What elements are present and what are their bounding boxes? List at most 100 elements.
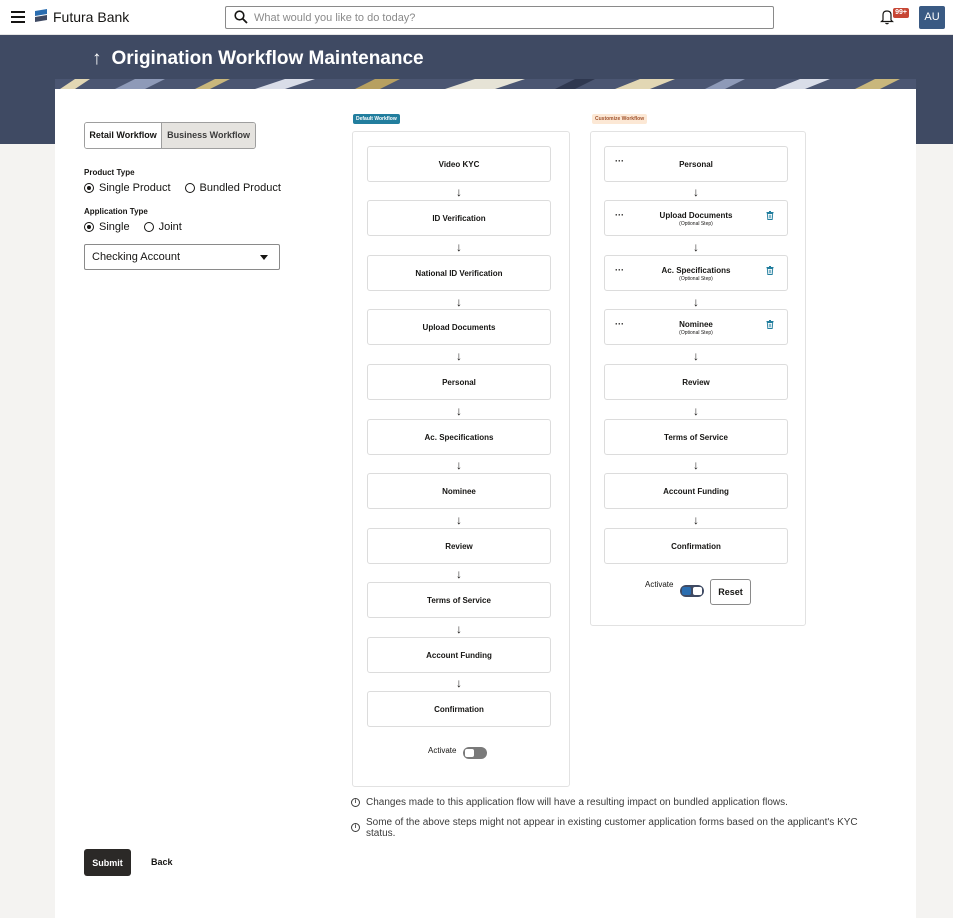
default-step: Account Funding	[367, 637, 551, 673]
drag-handle-icon[interactable]: ···	[615, 265, 624, 275]
optional-step-note: (Optional Step)	[679, 221, 713, 227]
arrow-down-icon: ↓	[693, 295, 699, 309]
back-arrow-icon[interactable]: ↑	[92, 48, 102, 70]
search-input[interactable]	[254, 9, 754, 26]
customize-workflow-tag: Customize Workflow	[592, 114, 648, 124]
radio-selected-icon	[84, 222, 94, 232]
default-step: Terms of Service	[367, 582, 551, 618]
radio-selected-icon	[84, 183, 94, 193]
trash-icon[interactable]	[766, 320, 774, 329]
step-label: Ac. Specifications (Optional Step)	[605, 256, 787, 282]
arrow-down-icon: ↓	[456, 185, 462, 199]
default-step: Nominee	[367, 473, 551, 509]
drag-handle-icon[interactable]: ···	[615, 210, 624, 220]
arrow-down-icon: ↓	[456, 513, 462, 527]
default-step: Ac. Specifications	[367, 419, 551, 455]
arrow-down-icon: ↓	[456, 622, 462, 636]
step-label: Confirmation	[434, 705, 484, 714]
radio-label: Single	[99, 221, 130, 233]
step-label: Review	[682, 378, 710, 387]
page-title: Origination Workflow Maintenance	[111, 48, 424, 69]
step-label: Nominee (Optional Step)	[605, 310, 787, 336]
application-type-radio-group: Single Joint	[84, 221, 196, 233]
caret-down-icon	[260, 255, 268, 260]
arrow-down-icon: ↓	[456, 676, 462, 690]
custom-step[interactable]: ··· Ac. Specifications (Optional Step)	[604, 255, 788, 291]
account-type-value: Checking Account	[92, 251, 181, 263]
search-bar[interactable]	[225, 6, 774, 29]
step-label: National ID Verification	[415, 269, 503, 278]
step-label: Video KYC	[438, 160, 480, 169]
step-label: Confirmation	[671, 542, 721, 551]
arrow-down-icon: ↓	[456, 404, 462, 418]
step-label: Nominee	[442, 487, 476, 496]
default-step: National ID Verification	[367, 255, 551, 291]
submit-button[interactable]: Submit	[84, 849, 131, 876]
step-label: Review	[445, 542, 473, 551]
arrow-down-icon: ↓	[456, 240, 462, 254]
menu-icon[interactable]	[11, 11, 25, 23]
radio-label: Bundled Product	[199, 182, 281, 194]
info-note: i Some of the above steps might not appe…	[351, 817, 871, 839]
default-step: Confirmation	[367, 691, 551, 727]
notification-badge: 99+	[893, 8, 909, 18]
radio-single-product[interactable]: Single Product	[84, 182, 171, 194]
step-label: Personal	[679, 160, 713, 169]
custom-activate-label: Activate	[645, 580, 674, 589]
radio-label: Single Product	[99, 182, 171, 194]
default-step: Video KYC	[367, 146, 551, 182]
optional-step-note: (Optional Step)	[679, 276, 713, 282]
arrow-down-icon: ↓	[456, 567, 462, 581]
arrow-down-icon: ↓	[693, 240, 699, 254]
arrow-down-icon: ↓	[456, 349, 462, 363]
custom-activate-toggle[interactable]	[680, 585, 704, 597]
radio-bundled-product[interactable]: Bundled Product	[184, 182, 281, 194]
custom-step[interactable]: ··· Nominee (Optional Step)	[604, 309, 788, 345]
arrow-down-icon: ↓	[456, 295, 462, 309]
arrow-down-icon: ↓	[693, 404, 699, 418]
info-note-text: Some of the above steps might not appear…	[366, 817, 858, 839]
user-avatar[interactable]: AU	[919, 6, 945, 29]
workflow-tabs: Retail Workflow Business Workflow	[84, 122, 256, 149]
step-label: Upload Documents	[422, 323, 496, 332]
step-label: ID Verification	[432, 214, 486, 223]
custom-step[interactable]: ··· Personal	[604, 146, 788, 182]
custom-step: Account Funding	[604, 473, 788, 509]
step-label: Ac. Specifications	[424, 433, 494, 442]
radio-joint[interactable]: Joint	[143, 221, 182, 233]
trash-icon[interactable]	[766, 211, 774, 220]
drag-handle-icon[interactable]: ···	[615, 319, 624, 329]
info-icon: i	[351, 798, 360, 807]
custom-step[interactable]: ··· Upload Documents (Optional Step)	[604, 200, 788, 236]
default-step: Upload Documents	[367, 309, 551, 345]
arrow-down-icon: ↓	[693, 185, 699, 199]
step-label: Upload Documents (Optional Step)	[605, 201, 787, 227]
bank-logo-icon	[35, 9, 47, 22]
decorative-pattern	[55, 79, 916, 89]
default-step: ID Verification	[367, 200, 551, 236]
default-step: Review	[367, 528, 551, 564]
tab-business-workflow[interactable]: Business Workflow	[161, 123, 255, 148]
radio-unselected-icon	[143, 222, 154, 232]
step-label: Account Funding	[663, 487, 729, 496]
notification-bell-icon[interactable]	[880, 9, 894, 25]
step-title: Nominee	[679, 320, 713, 329]
custom-step: Confirmation	[604, 528, 788, 564]
back-button[interactable]: Back	[151, 857, 173, 867]
radio-single[interactable]: Single	[84, 221, 130, 233]
search-icon	[234, 10, 248, 24]
product-type-label: Product Type	[84, 168, 135, 177]
radio-unselected-icon	[184, 183, 195, 193]
arrow-down-icon: ↓	[693, 349, 699, 363]
custom-step: Review	[604, 364, 788, 400]
product-type-radio-group: Single Product Bundled Product	[84, 182, 295, 194]
step-label: Personal	[442, 378, 476, 387]
drag-handle-icon[interactable]: ···	[615, 156, 624, 166]
default-activate-toggle[interactable]	[463, 747, 487, 759]
arrow-down-icon: ↓	[693, 458, 699, 472]
trash-icon[interactable]	[766, 266, 774, 275]
default-workflow-tag: Default Workflow	[353, 114, 400, 124]
tab-retail-workflow[interactable]: Retail Workflow	[85, 123, 162, 148]
account-type-select[interactable]: Checking Account	[84, 244, 280, 270]
reset-button[interactable]: Reset	[710, 579, 751, 605]
